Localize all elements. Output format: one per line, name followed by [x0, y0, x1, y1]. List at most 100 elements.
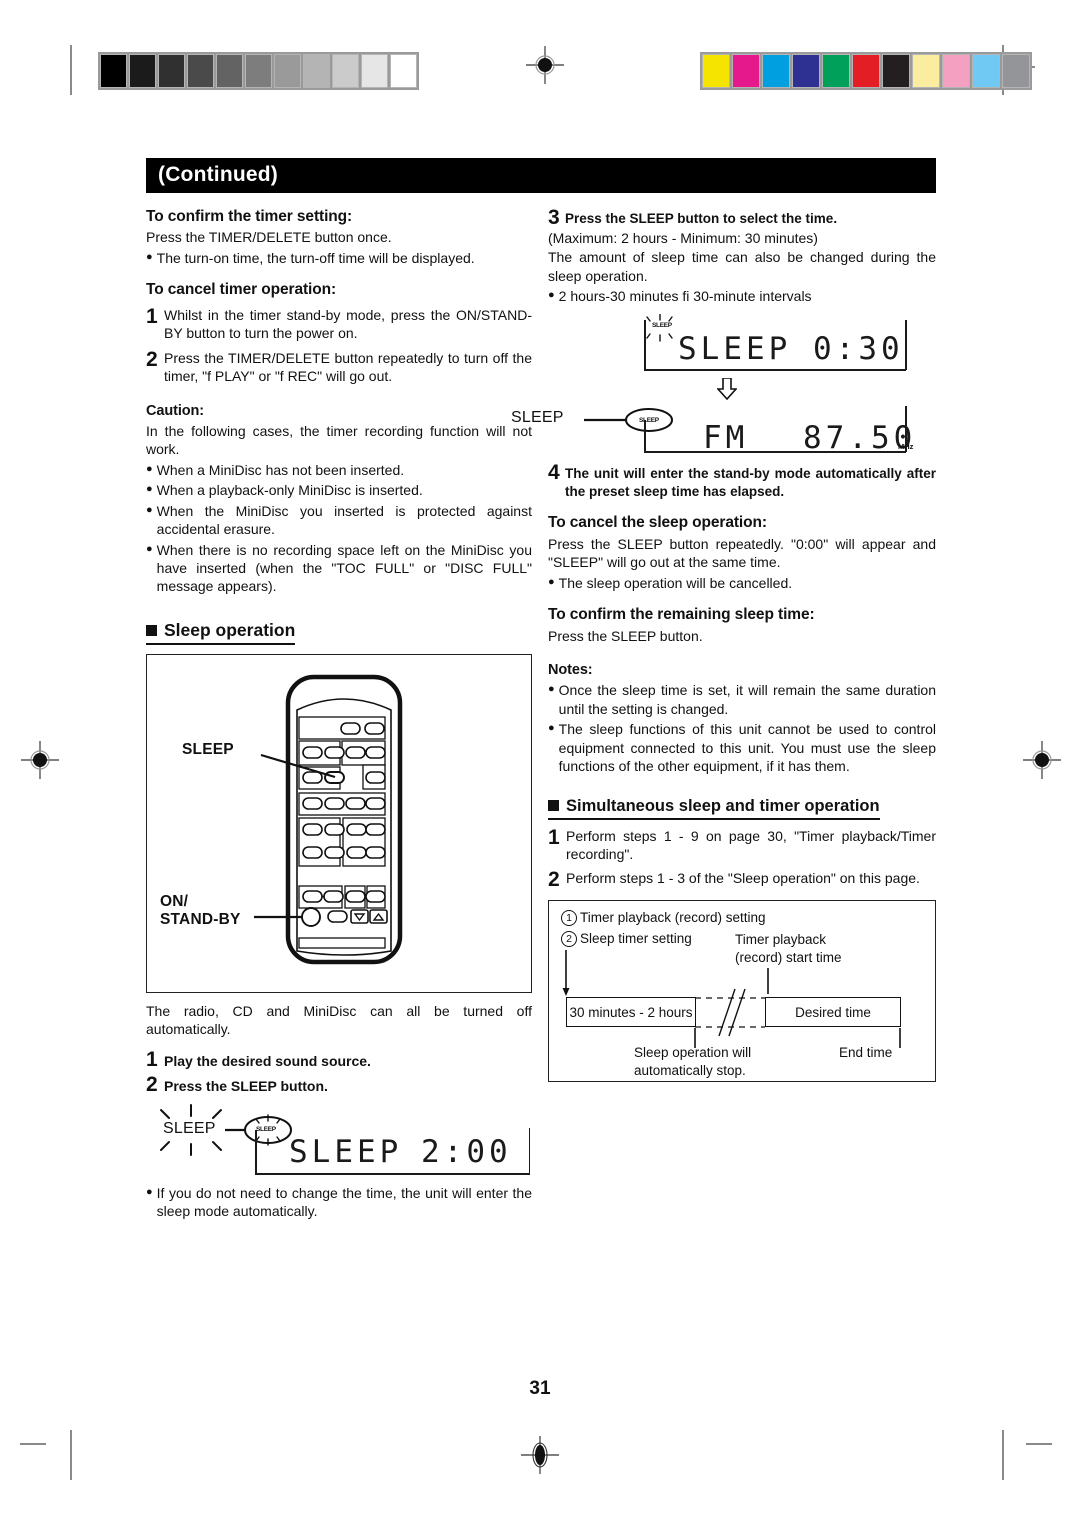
sleep-intro: The radio, CD and MiniDisc can all be tu… [146, 1002, 532, 1038]
bullet-icon: ● [548, 575, 555, 588]
sleep-bullet-after-text: If you do not need to change the time, t… [156, 1184, 532, 1220]
sleep-step-1: 1 Play the desired sound source. [146, 1049, 532, 1070]
heading-confirm-timer: To confirm the timer setting: [146, 208, 353, 225]
section-heading-text: Simultaneous sleep and timer operation [566, 796, 880, 815]
notes-bullet-2: ● The sleep functions of this unit canno… [548, 720, 936, 775]
color-swatch-5 [852, 54, 880, 88]
simultaneous-step-1: 1 Perform steps 1 - 9 on page 30, "Timer… [548, 827, 936, 864]
caution-bullet-text: When a MiniDisc has not been inserted. [156, 461, 405, 478]
page-content: (Continued) To confirm the timer setting… [146, 158, 936, 1223]
crop-mark-top-left-vertical [70, 45, 72, 95]
color-swatch-1 [732, 54, 760, 88]
step-number: 2 [146, 1073, 158, 1097]
display-fm-indicator-label: SLEEP [511, 408, 564, 426]
display-030-segment-value: 0:30 [813, 330, 904, 367]
caution-bullet-3: ● When the MiniDisc you inserted is prot… [146, 502, 532, 539]
confirm-timer-bullet: ● The turn-on time, the turn-off time wi… [146, 249, 532, 267]
confirm-timer-line1: Press the TIMER/DELETE button once. [146, 229, 392, 246]
color-swatch-6 [882, 54, 910, 88]
square-bullet-icon [146, 624, 157, 636]
confirm-timer-bullet-text: The turn-on time, the turn-off time will… [156, 249, 475, 266]
crop-mark-right-horizontal [1026, 1443, 1052, 1445]
remote-power-button [301, 906, 321, 927]
bullet-icon: ● [146, 462, 153, 475]
step-text: The unit will enter the stand-by mode au… [565, 465, 936, 499]
registration-mark-left [20, 740, 60, 780]
step-number: 1 [146, 1047, 158, 1071]
section-heading-simultaneous: Simultaneous sleep and timer operation [548, 797, 880, 820]
bullet-icon: ● [548, 289, 555, 302]
step3-bullet-text: 2 hours-30 minutes fi 30-minute interval… [558, 288, 812, 305]
step-number: 3 [548, 206, 560, 229]
display-sleep-2h: SLEEP SLEEP 2:00 SLEEP [146, 1102, 532, 1178]
step-text: Press the SLEEP button to select the tim… [565, 211, 838, 226]
grayscale-swatch-5 [245, 54, 272, 88]
display-030-segment-text: SLEEP [678, 330, 792, 367]
page-title: (Continued) [146, 158, 936, 193]
caution-bullet-2: ● When a playback-only MiniDisc is inser… [146, 481, 532, 499]
step-text: Whilst in the timer stand-by mode, press… [164, 306, 532, 342]
bullet-icon: ● [146, 483, 153, 496]
grayscale-swatch-7 [303, 54, 330, 88]
grayscale-swatch-8 [332, 54, 359, 88]
manual-page: (Continued) To confirm the timer setting… [0, 0, 1080, 1525]
display-fm: SLEEP SLEEP FM 87.50 MHz [511, 398, 936, 460]
diagram-right-box: Desired time [765, 997, 901, 1028]
caution-intro: In the following cases, the timer record… [146, 422, 532, 458]
crop-mark-bottom-right-vertical [1002, 1430, 1004, 1480]
display-sleep-indicator-badge: SLEEP [256, 1125, 276, 1133]
heading-cancel-sleep: To cancel the sleep operation: [548, 514, 767, 532]
bullet-icon: ● [146, 1185, 153, 1198]
step-number: 2 [146, 347, 158, 371]
diagram-end-label: End time [839, 1045, 893, 1061]
grayscale-swatch-10 [390, 54, 417, 88]
section-heading-sleep-operation: Sleep operation [146, 620, 296, 645]
color-swatch-2 [762, 54, 790, 88]
sleep-bullet-after: ● If you do not need to change the time,… [146, 1184, 532, 1221]
sleep-step-4: 4 The unit will enter the stand-by mode … [548, 462, 936, 501]
step-text: Press the SLEEP button. [164, 1078, 328, 1095]
grayscale-calibration-bar [98, 52, 419, 90]
step-text: Press the TIMER/DELETE button repeatedly… [164, 349, 532, 385]
display-sleep-segment-text: SLEEP [289, 1133, 403, 1170]
remote-label-on-standby-line2: STAND-BY [160, 910, 241, 928]
display-sleep-030: SLEEP SLEEP 0:30 [548, 313, 936, 378]
display-fm-indicator-badge: SLEEP [639, 416, 659, 424]
heading-confirm-sleep: To confirm the remaining sleep time: [548, 606, 815, 624]
diagram-left-box: 30 minutes - 2 hours [566, 997, 696, 1028]
cancel-timer-step-1: 1 Whilst in the timer stand-by mode, pre… [146, 306, 532, 343]
display-sleep-segment-value: 2:00 [421, 1133, 512, 1170]
caution-bullet-text: When there is no recording space left on… [156, 541, 532, 595]
bullet-icon: ● [146, 250, 153, 263]
diagram-stop-label-line2: automatically stop. [634, 1063, 746, 1079]
heading-cancel-timer: To cancel timer operation: [146, 281, 337, 299]
remote-label-on-standby-line1: ON/ [160, 892, 189, 910]
grayscale-swatch-3 [187, 54, 214, 88]
step3-bullet: ● 2 hours-30 minutes fi 30-minute interv… [548, 287, 936, 305]
right-column: 3 Press the SLEEP button to select the t… [511, 207, 936, 1223]
color-swatch-0 [702, 54, 730, 88]
step-number: 1 [548, 825, 560, 849]
grayscale-swatch-0 [100, 54, 127, 88]
grayscale-swatch-9 [361, 54, 388, 88]
caution-bullet-1: ● When a MiniDisc has not been inserted. [146, 461, 532, 479]
step3-line2: The amount of sleep time can also be cha… [548, 249, 936, 284]
page-number: 31 [529, 1378, 551, 1399]
display-fm-unit: MHz [898, 441, 914, 451]
caution-bullet-text: When a playback-only MiniDisc is inserte… [156, 482, 423, 499]
display-sleep-indicator-label: SLEEP [163, 1119, 216, 1137]
cancel-sleep-bullet: ● The sleep operation will be cancelled. [548, 574, 936, 592]
caution-bullet-text: When the MiniDisc you inserted is protec… [156, 502, 532, 538]
cancel-sleep-line1: Press the SLEEP button repeatedly. "0:00… [548, 535, 936, 571]
crop-mark-left-horizontal [20, 1443, 46, 1445]
bullet-icon: ● [548, 722, 555, 735]
bullet-icon: ● [146, 503, 153, 516]
step-text: Play the desired sound source. [164, 1052, 371, 1069]
grayscale-swatch-1 [129, 54, 156, 88]
confirm-sleep-line1: Press the SLEEP button. [548, 627, 703, 644]
grayscale-swatch-6 [274, 54, 301, 88]
sleep-step-3: 3 Press the SLEEP button to select the t… [548, 207, 936, 228]
notes-bullet-text: Once the sleep time is set, it will rema… [558, 682, 936, 717]
diagram-stop-label-line1: Sleep operation will [634, 1045, 752, 1061]
step-number: 1 [146, 304, 158, 328]
